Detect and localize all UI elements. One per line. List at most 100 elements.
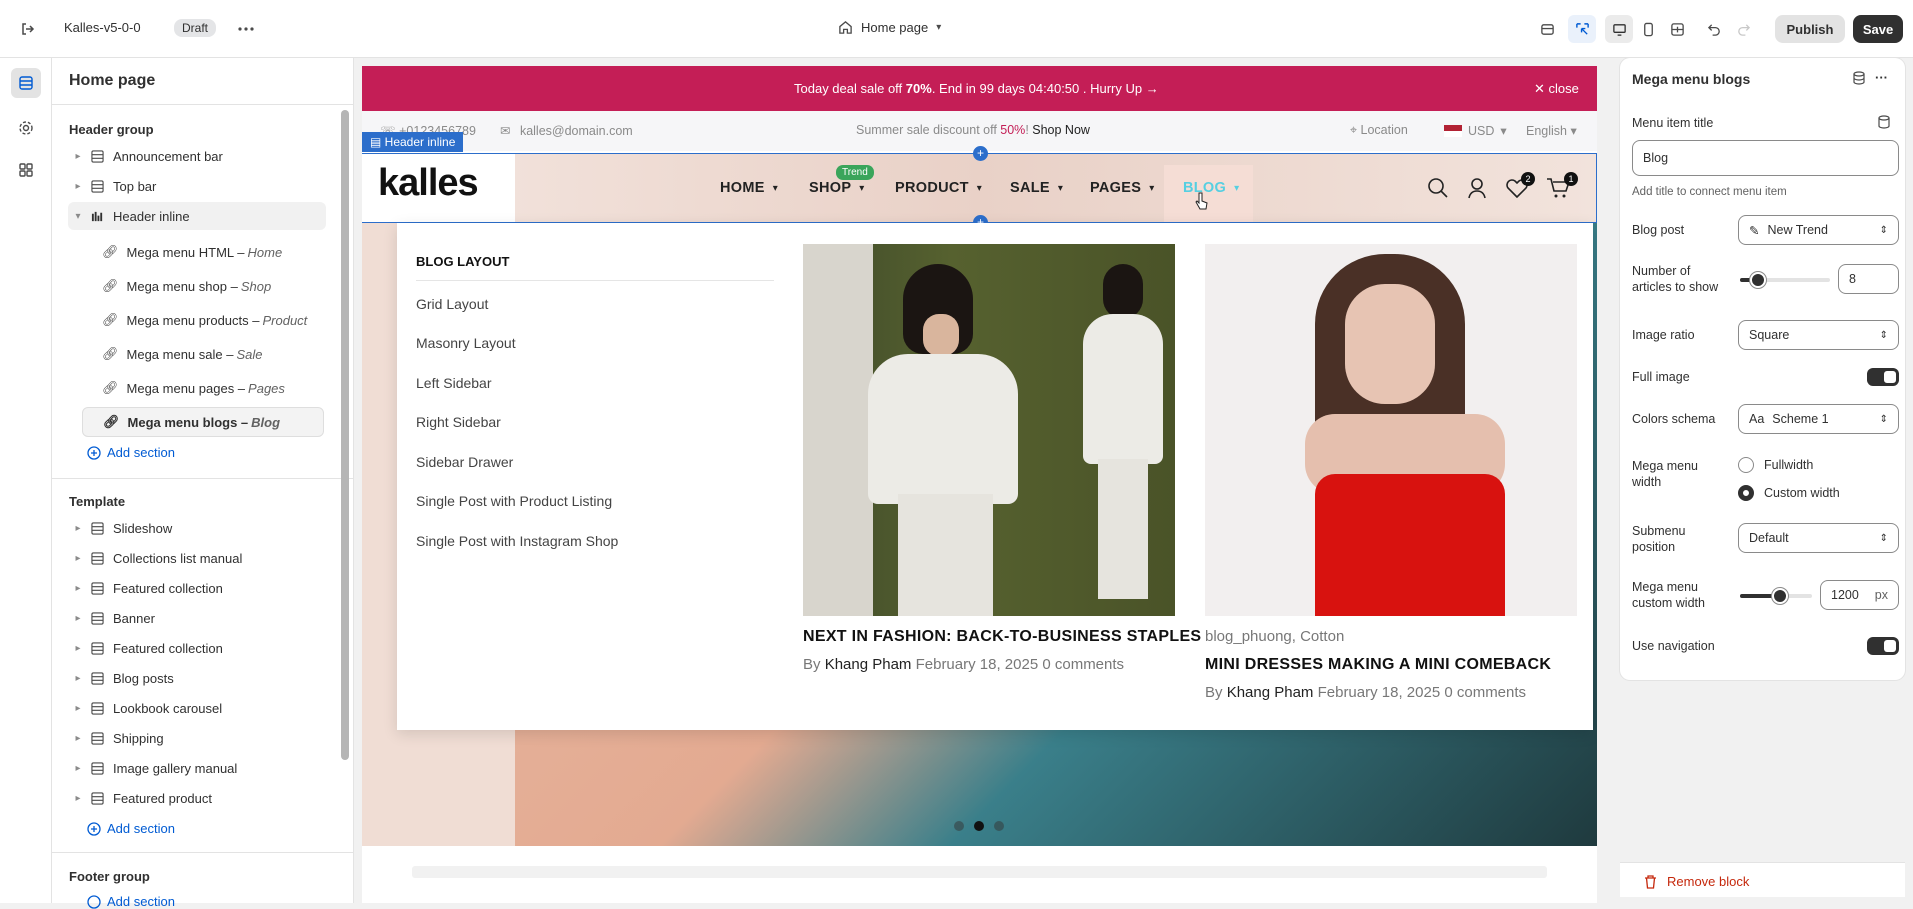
search-icon[interactable] [1427, 177, 1449, 199]
template-section-row[interactable]: ▸ Shipping [70, 724, 376, 752]
blog-post-select[interactable]: ✎ New Trend ⇕ [1738, 215, 1899, 245]
block-label: Mega menu pages – [126, 380, 246, 396]
page-selector[interactable]: Home page ▾ [838, 20, 941, 35]
block-mega-menu-pages[interactable]: 🔗︎ Mega menu pages – Pages [82, 373, 324, 403]
template-section-row[interactable]: ▸ Slideshow [70, 514, 376, 542]
inspector-icon[interactable] [1568, 15, 1596, 43]
settings-icon[interactable] [11, 113, 41, 143]
block-mega-menu-blogs[interactable]: 🔗︎ Mega menu blogs – Blog [82, 407, 324, 437]
updown-icon: ⇕ [1879, 413, 1888, 425]
blog-link[interactable]: Sidebar Drawer [416, 454, 513, 470]
blog-link[interactable]: Masonry Layout [416, 335, 516, 351]
fullwidth-radio[interactable] [1738, 457, 1754, 473]
account-icon[interactable] [1467, 177, 1487, 199]
announcement-text[interactable]: Today deal sale off 70%. End in 99 days … [794, 81, 1159, 96]
slide-dot[interactable] [954, 821, 964, 831]
slide-dots[interactable] [954, 821, 1004, 831]
mobile-icon[interactable] [1634, 15, 1662, 43]
chevron-right-icon: ▸ [75, 612, 81, 624]
template-section-row[interactable]: ▸ Banner [70, 604, 376, 632]
section-announcement-bar[interactable]: ▸ Announcement bar [70, 142, 353, 170]
block-mega-menu-products[interactable]: 🔗︎ Mega menu products – Product [82, 305, 324, 335]
site-logo[interactable]: kalles [378, 162, 479, 205]
exit-icon[interactable] [14, 15, 42, 43]
block-sub: Home [247, 244, 283, 260]
template-section-row[interactable]: ▸ Featured collection [70, 574, 376, 602]
nav-home[interactable]: HOME ▾ [720, 180, 778, 196]
post-title[interactable]: NEXT IN FASHION: BACK-TO-BUSINESS STAPLE… [803, 628, 1201, 646]
currency-select[interactable]: USD ▾ [1444, 123, 1507, 138]
blog-link[interactable]: Right Sidebar [416, 414, 501, 430]
slide-dot[interactable] [974, 821, 984, 831]
nav-sale[interactable]: SALE ▾ [1010, 180, 1063, 196]
colors-select[interactable]: Aa Scheme 1 ⇕ [1738, 404, 1899, 434]
articles-input[interactable]: 8 [1838, 264, 1899, 294]
template-section-row[interactable]: ▸ Collections list manual [70, 544, 376, 572]
use-navigation-toggle[interactable] [1867, 637, 1899, 655]
fullscreen-icon[interactable] [1663, 15, 1691, 43]
blog-link[interactable]: Grid Layout [416, 296, 488, 312]
section-top-bar[interactable]: ▸ Top bar [70, 172, 353, 200]
sections-icon[interactable] [11, 68, 41, 98]
header-inline-tag[interactable]: ▤ Header inline [362, 132, 464, 152]
add-section-header[interactable]: Add section [87, 445, 175, 460]
slide-dot[interactable] [994, 821, 1004, 831]
custom-width-input[interactable]: 1200 px [1820, 580, 1899, 610]
template-section-row[interactable]: ▸ Image gallery manual [70, 754, 376, 782]
post-meta: By Khang Pham February 18, 2025 0 commen… [803, 656, 1125, 673]
articles-slider-thumb[interactable] [1750, 272, 1766, 288]
link-icon: 🔗︎ [102, 346, 119, 361]
submenu-select[interactable]: Default ⇕ [1738, 523, 1899, 553]
undo-icon[interactable] [1700, 15, 1728, 43]
post-image[interactable] [803, 244, 1175, 616]
template-section-row[interactable]: ▸ Lookbook carousel [70, 694, 376, 722]
announcement-close[interactable]: ✕ close [1534, 81, 1579, 97]
template-section-row[interactable]: ▸ Blog posts [70, 664, 376, 692]
dynamic-source-icon[interactable] [1877, 115, 1891, 129]
more-icon[interactable] [232, 15, 260, 43]
section-label: Banner [113, 610, 155, 626]
template-section-row[interactable]: ▸ Featured collection [70, 634, 376, 662]
plus-icon[interactable]: + [973, 146, 988, 161]
template-section-row[interactable]: ▸ Featured product [70, 784, 376, 812]
database-icon[interactable] [1852, 71, 1866, 85]
redo-icon[interactable] [1729, 15, 1757, 43]
nav-shop[interactable]: SHOP ▾ [809, 180, 865, 196]
chevron-right-icon: ▸ [75, 732, 81, 744]
nav-blog[interactable]: BLOG ▾ [1183, 180, 1239, 196]
post-image[interactable] [1205, 244, 1577, 616]
add-section-label: Add section [107, 445, 175, 460]
add-section-footer[interactable]: Add section [87, 894, 175, 909]
section-header-inline[interactable]: ▾ Header inline [68, 202, 326, 230]
desktop-icon[interactable] [1605, 15, 1633, 43]
block-mega-menu-sale[interactable]: 🔗︎ Mega menu sale – Sale [82, 339, 324, 369]
publish-button[interactable]: Publish [1775, 15, 1845, 43]
blog-link[interactable]: Single Post with Product Listing [416, 493, 612, 509]
custom-width-slider-thumb[interactable] [1771, 588, 1788, 604]
menu-item-title-input[interactable]: Blog [1632, 140, 1899, 176]
layout-icon [86, 641, 108, 655]
location-link[interactable]: ⌖ Location [1350, 123, 1408, 138]
block-mega-menu-home[interactable]: 🔗︎ Mega menu HTML – Home [82, 237, 324, 267]
custom-width-radio[interactable] [1738, 485, 1754, 501]
language-select[interactable]: English ▾ [1526, 123, 1577, 138]
image-ratio-select[interactable]: Square ⇕ [1738, 320, 1899, 350]
full-image-toggle[interactable] [1867, 368, 1899, 386]
blog-link[interactable]: Left Sidebar [416, 375, 492, 391]
more-icon[interactable]: ··· [1875, 70, 1888, 85]
block-mega-menu-shop[interactable]: 🔗︎ Mega menu shop – Shop [82, 271, 324, 301]
nav-pages[interactable]: PAGES ▾ [1090, 180, 1155, 196]
blog-link[interactable]: Single Post with Instagram Shop [416, 533, 618, 549]
add-section-template[interactable]: Add section [87, 821, 175, 836]
email[interactable]: ✉ kalles@domain.com [500, 123, 633, 138]
nav-product[interactable]: PRODUCT ▾ [895, 180, 982, 196]
post-title[interactable]: MINI DRESSES MAKING A MINI COMEBACK [1205, 656, 1551, 674]
select-value: New Trend [1767, 223, 1828, 237]
link-icon: 🔗︎ [102, 278, 119, 293]
apps-icon[interactable] [11, 155, 41, 185]
remove-block-button[interactable]: Remove block [1644, 874, 1749, 889]
database-icon[interactable] [1533, 15, 1561, 43]
post-tags[interactable]: blog_phuong, Cotton [1205, 628, 1344, 645]
sidebar-scrollbar[interactable] [341, 110, 349, 760]
save-button[interactable]: Save [1853, 15, 1903, 43]
